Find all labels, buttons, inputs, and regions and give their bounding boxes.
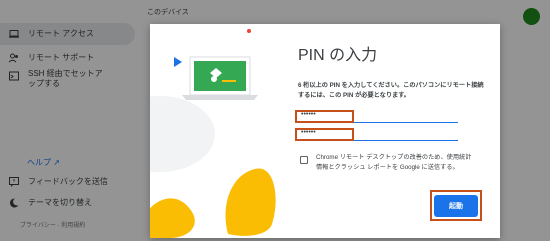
pin-dialog: PIN の入力 6 桁以上の PIN を入力してください。このパソコンにリモート… xyxy=(150,24,500,238)
usage-stats-checkbox-label: Chrome リモート デスクトップの改善のため、使用統計情報とクラッシュ レポ… xyxy=(316,154,472,171)
pin-input-highlight xyxy=(295,110,354,123)
dialog-content: PIN の入力 6 桁以上の PIN を入力してください。このパソコンにリモート… xyxy=(295,24,488,238)
dialog-description: 6 桁以上の PIN を入力してください。このパソコンにリモート接続するには、こ… xyxy=(298,82,484,99)
pin-confirm-highlight xyxy=(295,128,354,141)
dialog-title: PIN の入力 xyxy=(298,47,378,64)
dialog-illustration xyxy=(150,24,280,238)
usage-stats-checkbox[interactable] xyxy=(300,156,308,164)
start-button[interactable]: 起動 xyxy=(434,195,478,217)
